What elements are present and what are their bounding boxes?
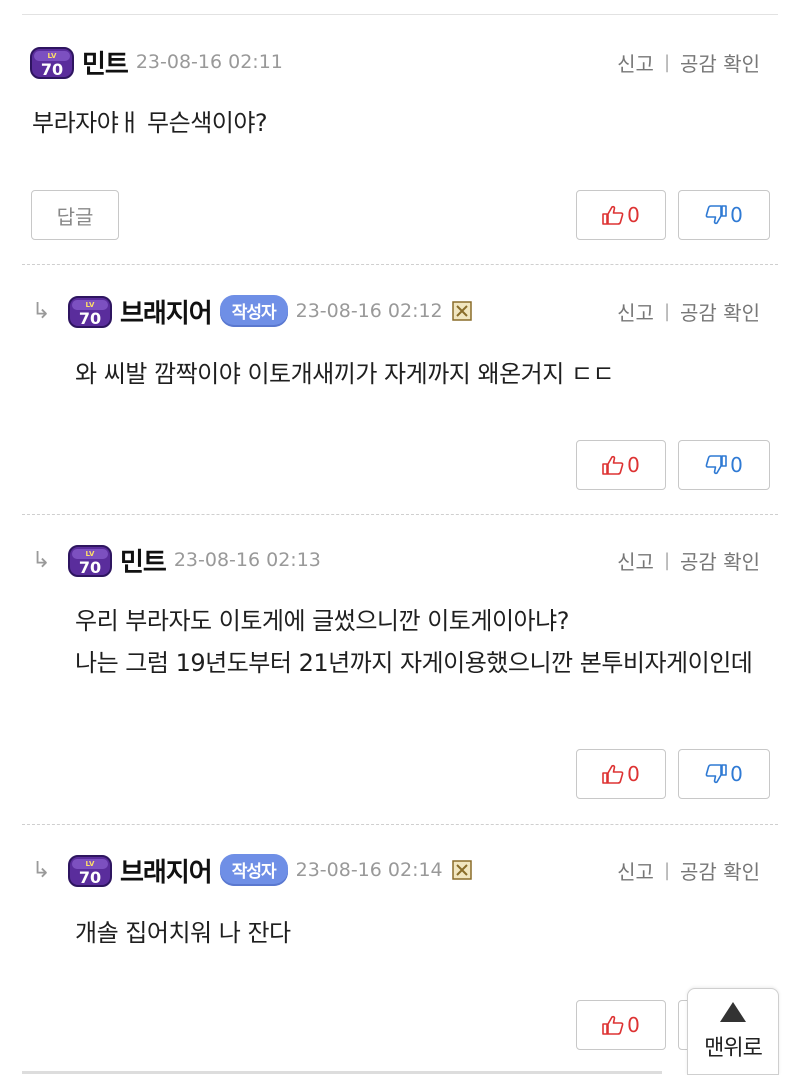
scroll-top-button[interactable]: 맨위로 (687, 988, 779, 1075)
level-number: 70 (79, 868, 101, 887)
comment-text: 와 씨발 깜짝이야 이토개새끼가 자게까지 왜온거지 ㄷㄷ (75, 360, 615, 388)
svg-text:LV: LV (86, 550, 95, 558)
comment-date: 23-08-16 02:11 (135, 51, 283, 73)
reply-arrow-icon: ↳ (32, 298, 51, 324)
level-number: 70 (41, 60, 63, 79)
like-button[interactable]: 0 (576, 190, 666, 240)
top-divider (22, 14, 778, 15)
comment-text: 부라자야ㅐ 무슨색이야? (32, 109, 268, 137)
svg-text:LV: LV (48, 52, 57, 60)
comment-divider (22, 264, 778, 265)
author-badge: 작성자 (219, 295, 288, 327)
level-badge-icon: LV 70 (30, 44, 74, 80)
action-separator: | (663, 859, 671, 881)
comment-date: 23-08-16 02:13 (173, 549, 321, 571)
reply-button[interactable]: 답글 (31, 190, 119, 240)
comment: LV 70 민트 23-08-16 02:11 신고 | 공감 확인 부라자야ㅐ… (22, 42, 778, 242)
dislike-count: 0 (730, 203, 743, 227)
thumbs-up-icon (602, 764, 624, 784)
author-badge: 작성자 (219, 854, 288, 886)
comment-actions: 신고 | 공감 확인 (617, 540, 760, 580)
comment-nickname[interactable]: 민트 (120, 542, 167, 579)
likes-check-link[interactable]: 공감 확인 (680, 856, 760, 885)
bottom-divider (22, 1071, 662, 1074)
comment-actions: 신고 | 공감 확인 (617, 291, 760, 331)
comment-date: 23-08-16 02:14 (295, 859, 443, 881)
level-number: 70 (79, 558, 101, 577)
dislike-button[interactable]: 0 (678, 190, 770, 240)
action-separator: | (663, 51, 671, 73)
action-separator: | (663, 300, 671, 322)
report-link[interactable]: 신고 (617, 546, 654, 575)
comment-nickname[interactable]: 민트 (82, 44, 129, 81)
thumbs-down-icon (705, 455, 727, 475)
up-triangle-icon (720, 1001, 746, 1022)
comment-actions: 신고 | 공감 확인 (617, 42, 760, 82)
comment-header: LV 70 민트 23-08-16 02:11 신고 | 공감 확인 (22, 42, 778, 82)
level-badge-icon: LV 70 (68, 542, 112, 578)
like-count: 0 (627, 762, 640, 786)
like-button[interactable]: 0 (576, 749, 666, 799)
comment-nickname[interactable]: 브래지어 (120, 852, 213, 889)
dislike-count: 0 (730, 453, 743, 477)
comment-divider (22, 514, 778, 515)
likes-check-link[interactable]: 공감 확인 (680, 48, 760, 77)
svg-text:LV: LV (86, 860, 95, 868)
action-separator: | (663, 549, 671, 571)
thumbs-down-icon (705, 205, 727, 225)
likes-check-link[interactable]: 공감 확인 (680, 546, 760, 575)
block-icon[interactable] (451, 859, 473, 881)
level-badge-icon: LV 70 (68, 293, 112, 329)
reply-arrow-icon: ↳ (32, 547, 51, 573)
report-link[interactable]: 신고 (617, 48, 654, 77)
level-number: 70 (79, 309, 101, 328)
dislike-count: 0 (730, 762, 743, 786)
report-link[interactable]: 신고 (617, 297, 654, 326)
svg-text:LV: LV (86, 301, 95, 309)
comment-nickname[interactable]: 브래지어 (120, 293, 213, 330)
comment-header: ↳ LV 70 브래지어 작성자 23-08-16 02:12 신고 | 공감 … (22, 291, 778, 331)
scroll-top-label: 맨위로 (704, 1035, 763, 1061)
comment-actions: 신고 | 공감 확인 (617, 850, 760, 890)
dislike-button[interactable]: 0 (678, 440, 770, 490)
comment-header: ↳ LV 70 브래지어 작성자 23-08-16 02:14 신고 | 공감 … (22, 850, 778, 890)
comment-text: 개솔 집어치워 나 잔다 (75, 919, 291, 947)
comment-date: 23-08-16 02:12 (295, 300, 443, 322)
comment-reply: ↳ LV 70 민트 23-08-16 02:13 신고 | 공감 확인 우리 … (22, 540, 778, 810)
like-count: 0 (627, 453, 640, 477)
level-badge-icon: LV 70 (68, 852, 112, 888)
thumbs-up-icon (602, 1015, 624, 1035)
thumbs-down-icon (705, 764, 727, 784)
like-button[interactable]: 0 (576, 440, 666, 490)
likes-check-link[interactable]: 공감 확인 (680, 297, 760, 326)
block-icon[interactable] (451, 300, 473, 322)
reply-arrow-icon: ↳ (32, 857, 51, 883)
like-count: 0 (627, 203, 640, 227)
comment-divider (22, 824, 778, 825)
like-button[interactable]: 0 (576, 1000, 666, 1050)
like-count: 0 (627, 1013, 640, 1037)
dislike-button[interactable]: 0 (678, 749, 770, 799)
comment-header: ↳ LV 70 민트 23-08-16 02:13 신고 | 공감 확인 (22, 540, 778, 580)
comment-reply: ↳ LV 70 브래지어 작성자 23-08-16 02:14 신고 | 공감 … (22, 850, 778, 1070)
thumbs-up-icon (602, 455, 624, 475)
comment-reply: ↳ LV 70 브래지어 작성자 23-08-16 02:12 신고 | 공감 … (22, 291, 778, 491)
comment-text: 우리 부라자도 이토게에 글썼으니깐 이토게이아냐? 나는 그럼 19년도부터 … (75, 607, 753, 677)
report-link[interactable]: 신고 (617, 856, 654, 885)
thumbs-up-icon (602, 205, 624, 225)
